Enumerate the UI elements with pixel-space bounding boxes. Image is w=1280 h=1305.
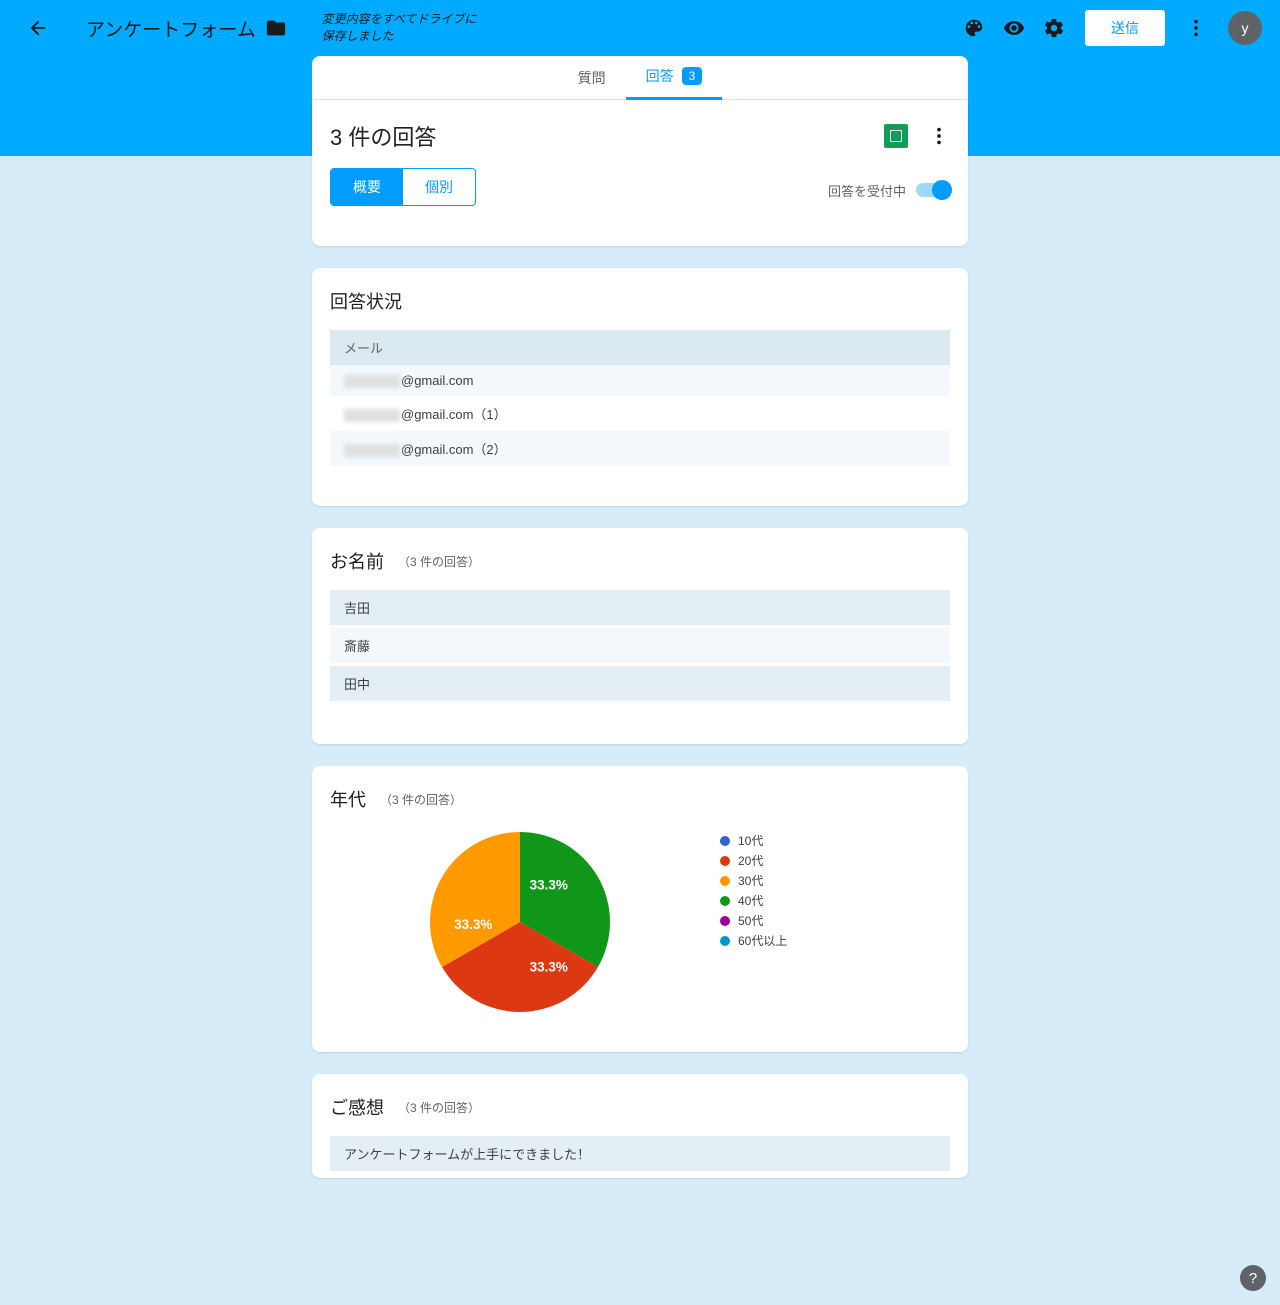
save-status: 変更内容をすべてドライブに 保存しました: [322, 11, 477, 45]
form-title[interactable]: アンケートフォーム: [86, 15, 256, 42]
legend-label: 30代: [738, 872, 763, 889]
feedback-heading: ご感想: [330, 1094, 384, 1120]
help-fab[interactable]: ?: [1240, 1265, 1266, 1291]
feedback-sub: （3 件の回答）: [398, 1099, 480, 1116]
name-row: 田中: [330, 666, 950, 701]
save-status-l2: 保存しました: [322, 29, 394, 43]
age-legend: 10代 20代 30代 40代 50代 60代以上: [720, 832, 787, 952]
settings-icon[interactable]: [1043, 17, 1065, 39]
age-pie-chart: 33.3% 33.3% 33.3%: [430, 832, 610, 1012]
legend-item: 60代以上: [720, 932, 787, 949]
palette-icon[interactable]: [963, 17, 985, 39]
response-status-card: 回答状況 メール @gmail.com @gmail.com（1） @gmail…: [312, 268, 968, 506]
view-summary-button[interactable]: 概要: [331, 169, 403, 205]
status-row: @gmail.com（1）: [330, 396, 950, 431]
name-sub: （3 件の回答）: [398, 553, 480, 570]
age-heading: 年代: [330, 786, 366, 812]
save-status-l1: 変更内容をすべてドライブに: [322, 12, 477, 26]
responses-title: 3 件の回答: [330, 120, 884, 152]
folder-icon[interactable]: [265, 17, 287, 39]
name-row: 吉田: [330, 590, 950, 625]
pie-label-30s: 33.3%: [454, 917, 492, 932]
status-row: @gmail.com: [330, 365, 950, 396]
preview-icon[interactable]: [1003, 17, 1025, 39]
responses-more-icon[interactable]: [928, 125, 950, 147]
view-segmented: 概要 個別: [330, 168, 476, 206]
legend-label: 20代: [738, 852, 763, 869]
legend-label: 50代: [738, 912, 763, 929]
name-heading: お名前: [330, 548, 384, 574]
age-sub: （3 件の回答）: [380, 791, 462, 808]
avatar-letter: y: [1242, 20, 1249, 36]
feedback-row: アンケートフォームが上手にできました！: [330, 1136, 950, 1171]
responses-header-card: 3 件の回答 概要 個別 回答を受付中: [312, 100, 968, 246]
legend-label: 60代以上: [738, 932, 787, 949]
legend-item: 50代: [720, 912, 787, 929]
pie-label-20s: 33.3%: [530, 960, 568, 975]
legend-item: 20代: [720, 852, 787, 869]
tab-questions[interactable]: 質問: [558, 56, 626, 100]
create-spreadsheet-icon[interactable]: [884, 124, 908, 148]
status-heading: 回答状況: [330, 288, 950, 314]
accepting-label: 回答を受付中: [828, 181, 906, 200]
responses-count-badge: 3: [682, 67, 703, 85]
legend-item: 40代: [720, 892, 787, 909]
app-header: アンケートフォーム 変更内容をすべてドライブに 保存しました 送信 y: [0, 0, 1280, 56]
account-avatar[interactable]: y: [1228, 11, 1262, 45]
status-row-text: @gmail.com（2）: [401, 442, 507, 457]
status-col-email: メール: [330, 330, 950, 365]
status-row: @gmail.com（2）: [330, 431, 950, 466]
pie-label-40s: 33.3%: [530, 878, 568, 893]
tab-responses-label: 回答: [646, 66, 674, 86]
view-individual-button[interactable]: 個別: [403, 169, 475, 205]
form-tabs: 質問 回答 3: [312, 56, 968, 100]
age-card: 年代 （3 件の回答） 33.3% 33.3% 33.3% 10代 20代 30…: [312, 766, 968, 1052]
legend-label: 40代: [738, 892, 763, 909]
feedback-card: ご感想 （3 件の回答） アンケートフォームが上手にできました！: [312, 1074, 968, 1178]
status-row-text: @gmail.com: [401, 373, 473, 388]
send-button[interactable]: 送信: [1084, 9, 1166, 47]
back-icon[interactable]: [27, 17, 49, 39]
tab-responses[interactable]: 回答 3: [626, 56, 723, 100]
legend-label: 10代: [738, 832, 763, 849]
status-row-text: @gmail.com（1）: [401, 407, 507, 422]
more-header-icon[interactable]: [1185, 17, 1207, 39]
legend-item: 10代: [720, 832, 787, 849]
name-card: お名前 （3 件の回答） 吉田 斎藤 田中: [312, 528, 968, 744]
accepting-toggle[interactable]: [916, 183, 950, 197]
legend-item: 30代: [720, 872, 787, 889]
tab-questions-label: 質問: [578, 68, 606, 88]
name-row: 斎藤: [330, 628, 950, 663]
